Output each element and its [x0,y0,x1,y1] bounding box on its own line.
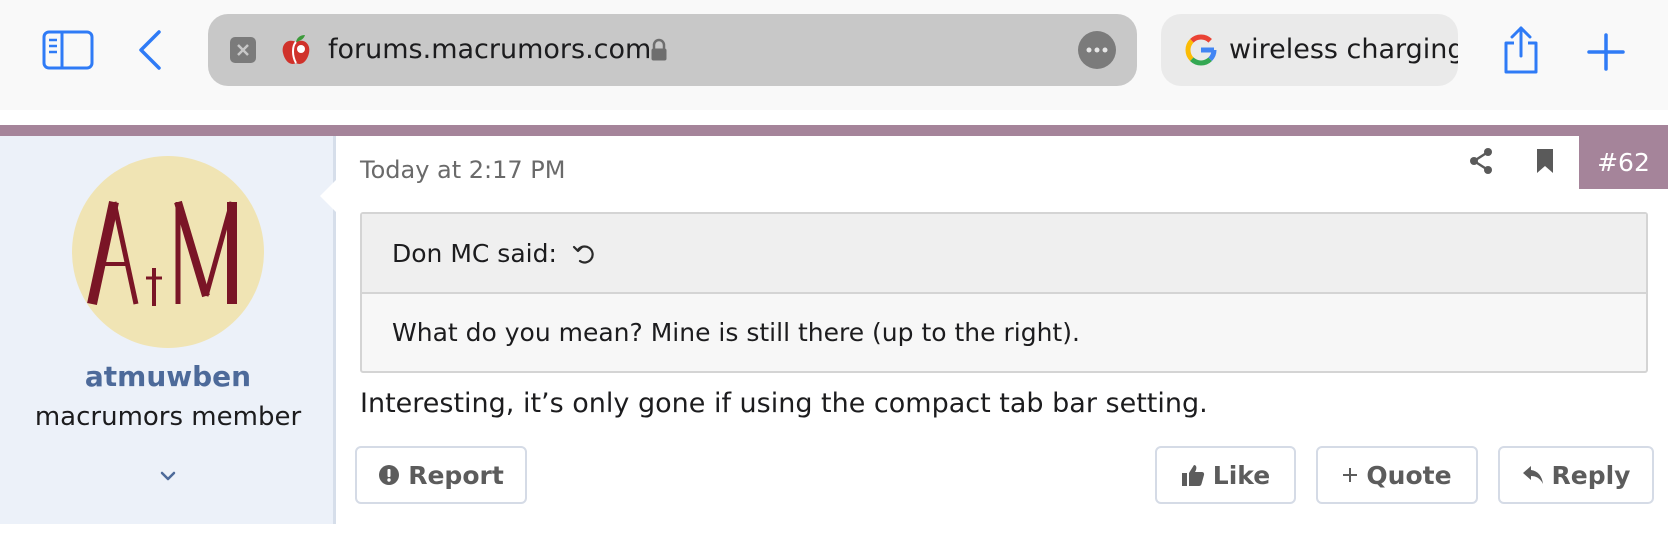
quote-header[interactable]: Don MC said: [362,214,1646,294]
lock-icon [650,38,668,62]
plus-icon[interactable] [1580,26,1632,78]
reply-label: Reply [1551,460,1631,490]
tab-title: wireless charging [1229,34,1458,65]
username-link[interactable]: atmuwben [0,360,336,393]
quote-author: Don MC said: [392,238,557,268]
avatar[interactable] [72,156,264,348]
like-button[interactable]: Like [1155,446,1296,504]
address-bar[interactable]: forums.macrumors.com [208,14,1137,86]
post-number[interactable]: #62 [1579,136,1668,189]
post-message: Interesting, it’s only gone if using the… [360,388,1208,419]
chevron-down-icon[interactable] [156,466,180,486]
google-icon [1185,34,1217,66]
sidebar-icon[interactable] [38,28,98,72]
chevron-left-icon[interactable] [130,26,170,74]
like-label: Like [1212,460,1271,490]
url-text: forums.macrumors.com [328,34,652,65]
ellipsis-icon[interactable] [1078,31,1116,69]
share-icon[interactable] [1496,20,1546,80]
macrumors-apple-icon [278,32,314,68]
jump-to-quote-icon[interactable] [571,241,595,265]
browser-toolbar: forums.macrumors.com wireless charging [0,0,1668,110]
share-icon[interactable] [1466,146,1496,176]
thumbs-up-icon [1181,463,1205,487]
report-button[interactable]: Report [355,446,527,504]
alert-circle-icon [378,464,400,486]
user-panel-arrow [320,178,338,214]
post-timestamp[interactable]: Today at 2:17 PM [360,156,566,184]
quote-label: Quote [1366,460,1452,490]
bookmark-icon[interactable] [1532,146,1558,176]
plus-icon [1342,467,1358,483]
close-icon[interactable] [230,37,256,63]
quote-text: What do you mean? Mine is still there (u… [392,318,1080,347]
quote-button[interactable]: Quote [1316,446,1478,504]
background-tab[interactable]: wireless charging [1161,14,1458,86]
reply-arrow-icon [1522,465,1544,485]
report-label: Report [408,460,504,490]
reply-button[interactable]: Reply [1498,446,1654,504]
post-accent-bar [0,125,1668,136]
quote-block: Don MC said: What do you mean? Mine is s… [360,212,1648,373]
user-title: macrumors member [34,402,302,432]
